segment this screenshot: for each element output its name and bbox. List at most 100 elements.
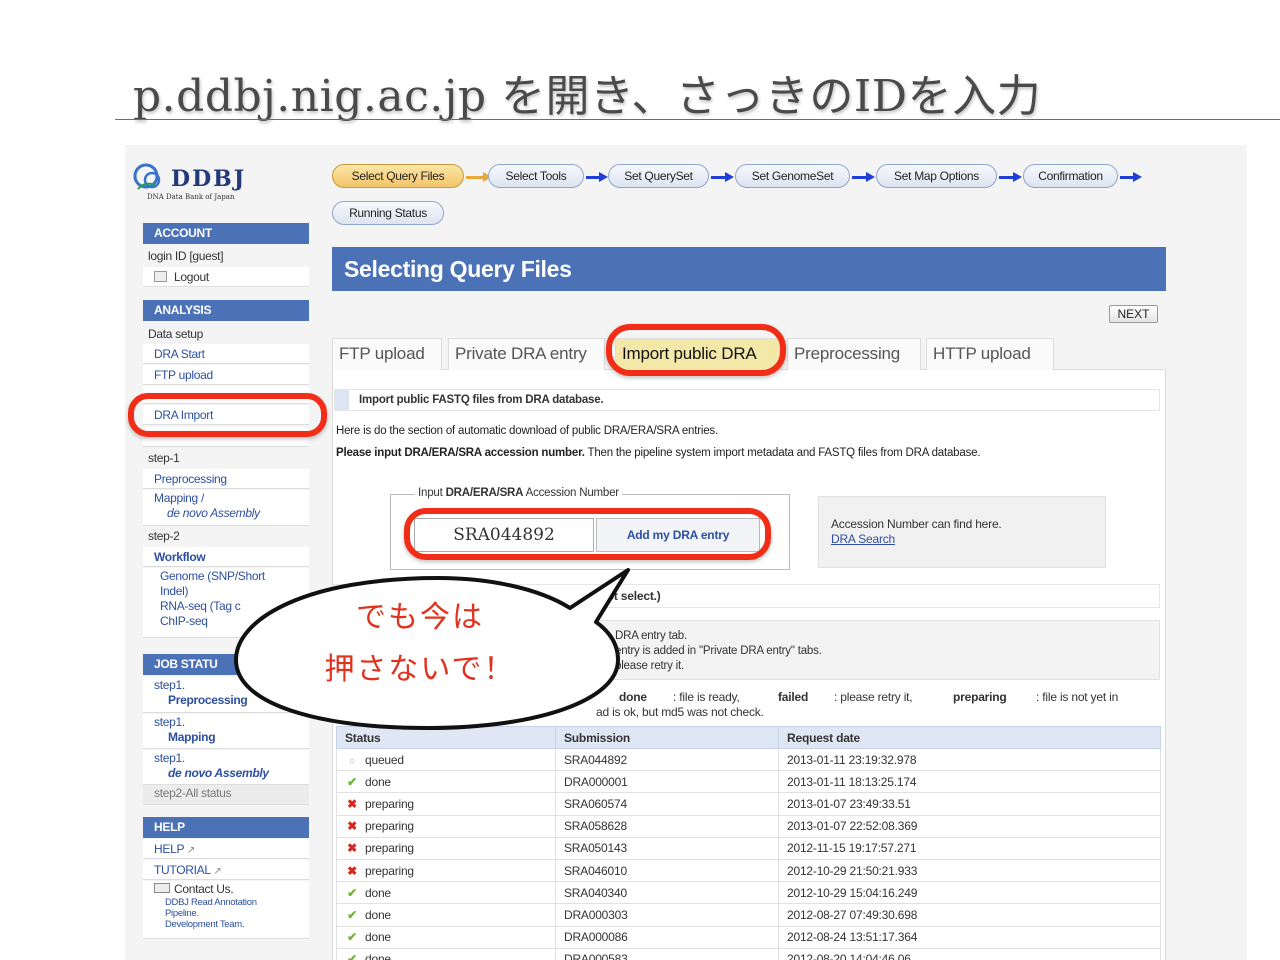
contact-label: Contact Us. (174, 882, 234, 896)
status-cell: ○ queued (336, 747, 556, 772)
status-cell: ✖ preparing (336, 836, 556, 860)
request-date-cell: 2012-08-20 14:04:46.06 (778, 947, 1161, 960)
submission-cell[interactable]: DRA000583 (555, 947, 779, 960)
submission-cell[interactable]: DRA000086 (555, 925, 779, 949)
step-arrow (999, 172, 1022, 182)
submission-cell[interactable]: DRA000303 (555, 903, 779, 927)
table-row[interactable]: ✖ preparing SRA060574 2013-01-07 23:49:33.5… (336, 792, 1161, 816)
accession-hint: Accession Number can find here. DRA Sear… (818, 496, 1106, 568)
submission-cell[interactable]: SRA058628 (555, 814, 779, 838)
status-cell: ✔ done (336, 903, 556, 927)
sidebar-item-preprocessing[interactable]: Preprocessing (143, 469, 309, 489)
step-set-map-options[interactable]: Set Map Options (876, 164, 997, 188)
table-row[interactable]: ✔ done DRA000001 2013-01-11 18:13:25.174 (336, 770, 1161, 794)
preparing-icon: ✖ (347, 863, 357, 878)
request-date-cell: 2012-11-15 19:17:57.271 (778, 836, 1161, 860)
table-row[interactable]: ✖ preparing SRA050143 2012-11-15 19:17:57.2… (336, 836, 1161, 860)
table-row[interactable]: ✔ done SRA040340 2012-10-29 15:04:16.249 (336, 881, 1161, 905)
sidebar-item-mapping[interactable]: Mapping / de novo Assembly (143, 490, 309, 526)
description-bold: Please input DRA/ERA/SRA accession numbe… (336, 447, 585, 459)
slide-divider (115, 119, 1280, 120)
contact-sub1: DDBJ Read Annotation (165, 897, 257, 908)
tutorial-link[interactable]: TUTORIAL ↗ (143, 860, 309, 880)
done-icon: ✔ (347, 952, 357, 960)
table-row[interactable]: ✔ done DRA000303 2012-08-27 07:49:30.698 (336, 903, 1161, 927)
status-cell: ✖ preparing (336, 792, 556, 816)
request-date-cell: 2013-01-11 18:13:25.174 (778, 770, 1161, 794)
account-header: ACCOUNT (143, 223, 309, 244)
legend-preparing-label: preparing (953, 690, 1007, 704)
sidebar-item-workflow[interactable]: Workflow (143, 547, 309, 567)
tab-preprocessing[interactable]: Preprocessing (787, 338, 921, 370)
tab-http-upload[interactable]: HTTP upload (926, 338, 1054, 370)
done-icon: ✔ (347, 930, 357, 945)
callout-line-1: でも今は (356, 600, 484, 635)
callout-text: でも今は 押さないで！ (250, 592, 590, 696)
job-de-novo[interactable]: step1. de novo Assembly (143, 750, 309, 785)
ddbj-logo[interactable]: DDBJ DNA Data Bank of Japan (133, 163, 303, 208)
status-cell: ✔ done (336, 881, 556, 905)
col-request-date[interactable]: Request date (778, 726, 1161, 749)
logout-link[interactable]: Logout (143, 267, 309, 287)
note-line-1: DRA entry tab. (615, 630, 687, 642)
submission-cell[interactable]: SRA060574 (555, 792, 779, 816)
external-link-icon: ↗ (186, 845, 196, 856)
table-row[interactable]: ○ queued SRA044892 2013-01-11 23:19:32.978 (336, 747, 1161, 772)
step-confirmation[interactable]: Confirmation (1023, 164, 1118, 188)
step-arrow (466, 172, 492, 182)
job-step2-all[interactable]: step2-All status (143, 785, 309, 805)
legend-prefix: Input (418, 487, 446, 499)
description-line-2: Please input DRA/ERA/SRA accession numbe… (336, 447, 981, 459)
request-date-cell: 2013-01-07 22:52:08.369 (778, 814, 1161, 838)
contact-block[interactable]: Contact Us. DDBJ Read Annotation Pipelin… (143, 881, 309, 939)
done-icon: ✔ (347, 885, 357, 900)
step-set-queryset[interactable]: Set QuerySet (608, 164, 709, 188)
tab-ftp-upload[interactable]: FTP upload (332, 338, 442, 370)
legend-failed-label: failed (778, 690, 809, 704)
preparing-icon: ✖ (347, 819, 357, 834)
status-label: preparing (365, 863, 414, 878)
highlight-dra-import (128, 393, 327, 437)
submission-cell[interactable]: SRA046010 (555, 858, 779, 883)
step-arrow (586, 172, 608, 182)
step-set-genomeset[interactable]: Set GenomeSet (735, 164, 850, 188)
status-label: done (365, 930, 391, 945)
help-link[interactable]: HELP ↗ (143, 839, 309, 859)
submission-cell[interactable]: SRA040340 (555, 881, 779, 905)
accession-legend: Input DRA/ERA/SRA Accession Number (415, 487, 622, 499)
ddbj-logo-icon (133, 163, 161, 190)
step1-label: step-1 (148, 451, 180, 465)
table-body: ○ queued SRA044892 2013-01-11 23:19:32.978 ✔… (336, 747, 1161, 960)
request-table: Status Submission Request date ○ queued SR… (336, 726, 1161, 960)
highlight-import-tab (606, 324, 786, 376)
mapping-label: Mapping / (154, 491, 204, 505)
table-row[interactable]: ✖ preparing SRA058628 2013-01-07 22:52:08.3… (336, 814, 1161, 838)
tutorial-link-label: TUTORIAL (154, 863, 211, 877)
login-id: login ID [guest] (148, 249, 224, 263)
table-row[interactable]: ✔ done DRA000086 2012-08-24 13:51:17.364 (336, 925, 1161, 949)
legend-bold: DRA/ERA/SRA (445, 487, 524, 499)
status-label: done (365, 952, 391, 960)
sidebar-item-dra-start[interactable]: DRA Start (143, 344, 309, 364)
logo-text: DDBJ (171, 166, 247, 192)
request-date-cell: 2012-08-24 13:51:17.364 (778, 925, 1161, 949)
help-header: HELP (143, 817, 309, 838)
request-date-cell: 2012-08-27 07:49:30.698 (778, 903, 1161, 927)
step-select-query-files[interactable]: Select Query Files (332, 164, 464, 188)
description-line-1: Here is do the section of automatic down… (336, 425, 718, 437)
sidebar-item-ftp-upload[interactable]: FTP upload (143, 365, 309, 385)
status-label: done (365, 885, 391, 900)
table-row[interactable]: ✔ done DRA000583 2012-08-20 14:04:46.06 (336, 947, 1161, 960)
submission-cell[interactable]: SRA044892 (555, 747, 779, 772)
submission-cell[interactable]: SRA050143 (555, 836, 779, 860)
running-status-button[interactable]: Running Status (332, 201, 444, 225)
submission-cell[interactable]: DRA000001 (555, 770, 779, 794)
callout-line-2: 押さないで！ (324, 652, 516, 687)
next-button[interactable]: NEXT (1109, 305, 1158, 323)
status-cell: ✖ preparing (336, 814, 556, 838)
analysis-header: ANALYSIS (143, 300, 309, 321)
step-select-tools[interactable]: Select Tools (488, 164, 584, 188)
tab-private-dra-entry[interactable]: Private DRA entry (448, 338, 605, 370)
table-row[interactable]: ✖ preparing SRA046010 2012-10-29 21:50:21.9… (336, 858, 1161, 883)
dra-search-link[interactable]: DRA Search (831, 532, 1105, 547)
